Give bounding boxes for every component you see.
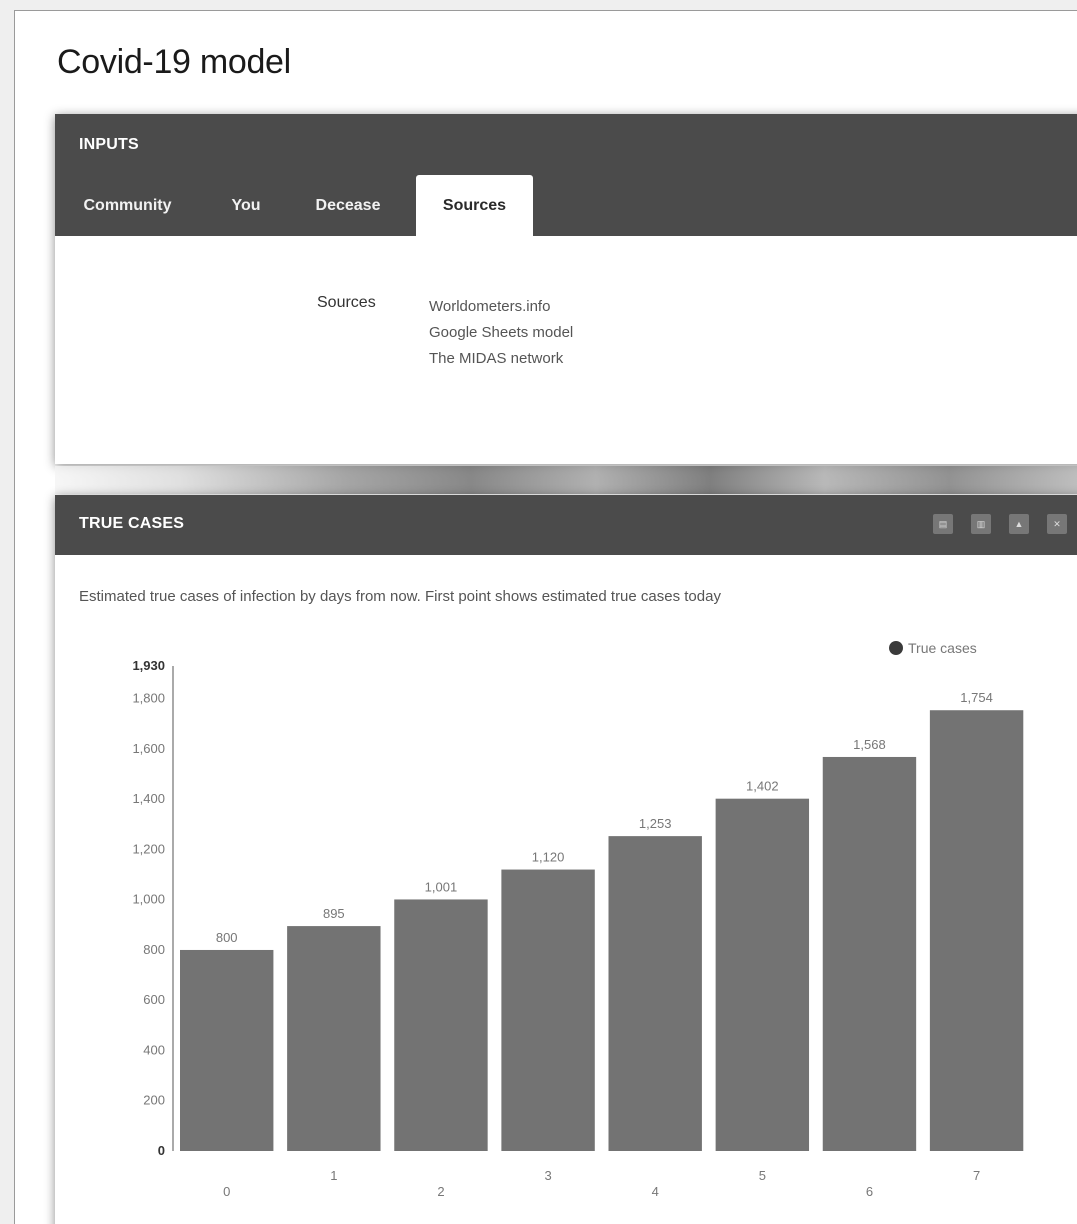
y-tick-label: 1,000 (132, 892, 165, 907)
sources-list: Worldometers.info Google Sheets model Th… (429, 294, 573, 372)
x-tick-label: 2 (437, 1184, 444, 1199)
source-link-midas[interactable]: The MIDAS network (429, 346, 573, 372)
y-tick-label: 400 (143, 1042, 165, 1057)
y-tick-label: 200 (143, 1093, 165, 1108)
source-link-google-sheets[interactable]: Google Sheets model (429, 320, 573, 346)
chart-legend[interactable]: True cases (889, 640, 977, 656)
app-frame: Covid-19 model INPUTS Community You Dece… (14, 10, 1077, 1224)
true-cases-chart: 0 200 400 600 800 1,000 1,200 1,400 1,600 1,800 1,… (132, 640, 1024, 1199)
bar-data-label: 1,754 (960, 690, 993, 705)
inputs-panel-title: INPUTS (79, 136, 139, 153)
bar (715, 798, 810, 1151)
inputs-panel-header: INPUTS Community You Decease Sources (55, 114, 1077, 236)
y-tick-label: 1,600 (132, 741, 165, 756)
tab-you[interactable]: You (220, 175, 272, 236)
bar (287, 926, 381, 1151)
bar (501, 869, 595, 1151)
bars: 800 895 1,001 1,120 1,253 1,402 1,568 1,754 (180, 690, 1024, 1151)
bar-data-label: 1,402 (746, 779, 779, 794)
x-tick-label: 5 (759, 1168, 766, 1183)
y-axis: 0 200 400 600 800 1,000 1,200 1,400 1,600 1,800 1,… (132, 658, 174, 1158)
y-tick-label: 600 (143, 992, 165, 1007)
y-tick-label: 800 (143, 942, 165, 957)
tab-community[interactable]: Community (55, 175, 200, 236)
x-tick-label: 0 (223, 1184, 230, 1199)
sources-label: Sources (317, 294, 376, 311)
true-cases-panel: TRUE CASES ▤ ▥ ▲ ✕ Estimated true cases … (55, 495, 1077, 1224)
legend-marker (889, 641, 903, 655)
y-tick-label: 0 (158, 1143, 165, 1158)
x-tick-label: 3 (544, 1168, 551, 1183)
bar-data-label: 800 (216, 930, 238, 945)
bar-data-label: 1,120 (532, 850, 565, 865)
y-tick-label: 1,200 (132, 841, 165, 856)
inputs-panel: INPUTS Community You Decease Sources Sou… (55, 114, 1077, 464)
bar-data-label: 1,253 (639, 816, 672, 831)
y-tick-label: 1,930 (132, 658, 165, 673)
bar (608, 836, 702, 1151)
bar (929, 710, 1024, 1151)
decorative-strip (55, 466, 1077, 494)
bar (822, 756, 917, 1151)
bar-data-label: 1,568 (853, 737, 886, 752)
x-tick-label: 6 (866, 1184, 873, 1199)
tab-decease[interactable]: Decease (295, 175, 401, 236)
x-tick-label: 4 (652, 1184, 659, 1199)
source-link-worldometers[interactable]: Worldometers.info (429, 294, 573, 320)
page-title: Covid-19 model (57, 43, 291, 81)
y-tick-label: 1,400 (132, 791, 165, 806)
bar (394, 899, 488, 1151)
bar-data-label: 1,001 (425, 879, 458, 894)
x-tick-label: 1 (330, 1168, 337, 1183)
x-tick-label: 7 (973, 1168, 980, 1183)
bar-data-label: 895 (323, 906, 345, 921)
x-axis: 0 1 2 3 4 5 6 7 (223, 1168, 980, 1199)
bar (180, 949, 274, 1151)
legend-label: True cases (908, 640, 977, 656)
y-tick-label: 1,800 (132, 691, 165, 706)
tab-sources[interactable]: Sources (416, 175, 533, 236)
